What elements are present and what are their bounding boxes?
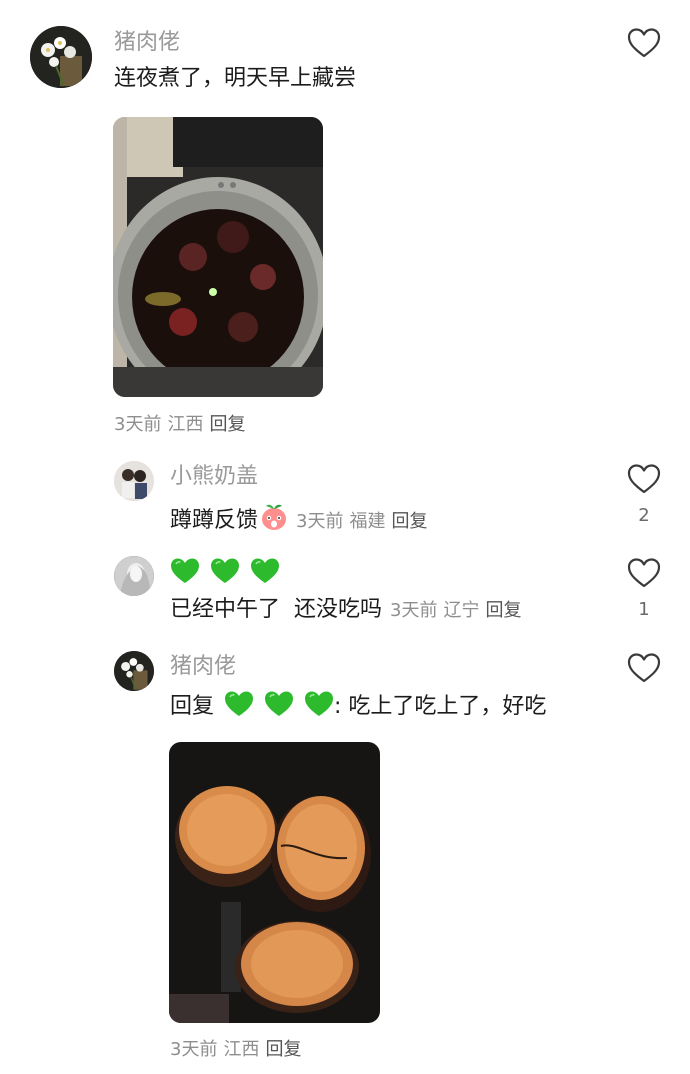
like-count: 2 [638,505,650,526]
green-heart-emoji [170,557,200,585]
like-count: 1 [638,599,650,620]
like-heart-icon[interactable] [627,652,661,684]
comment-time: 3天前 [114,414,162,435]
peach-face-emoji [258,501,290,533]
reply-body: 已经中午了 还没吃吗 3天前 辽宁 回复 [170,595,527,626]
reply-meta: 3天前 辽宁 回复 [390,600,527,621]
like-heart-icon[interactable] [627,463,661,495]
avatar[interactable] [114,461,154,501]
reply-location: 江西 [223,1039,260,1060]
reply-username[interactable]: 小熊奶盖 [170,463,258,491]
reply-time: 3天前 [390,600,438,621]
reply-text: : 吃上了吃上了，好吃 [334,694,547,719]
comment-location: 江西 [167,414,204,435]
reply-button[interactable]: 回复 [209,414,245,435]
like-heart-icon[interactable] [627,557,661,589]
green-heart-emoji [304,690,334,718]
reply-button[interactable]: 回复 [265,1039,301,1060]
green-heart-emoji [264,690,294,718]
reply-button[interactable]: 回复 [485,600,521,621]
avatar[interactable] [114,556,154,596]
reply-username-emojis[interactable] [170,557,290,585]
comment-photo-pot[interactable] [113,117,323,397]
reply-time: 3天前 [296,511,344,532]
reply-time: 3天前 [170,1039,218,1060]
reply-text: 已经中午了 还没吃吗 [170,597,382,622]
reply-body: 回复 : 吃上了吃上了，好吃 [170,690,546,722]
comment-meta: 3天前 江西 回复 [114,410,251,436]
reply-username[interactable]: 猪肉佬 [170,653,236,681]
reply-location: 福建 [349,511,386,532]
avatar[interactable] [30,26,92,88]
reply-meta: 3天前 福建 回复 [296,511,433,532]
comment-username[interactable]: 猪肉佬 [114,29,180,57]
avatar[interactable] [114,651,154,691]
comment-text: 连夜煮了，明天早上藏尝 [114,66,357,91]
green-heart-emoji [224,690,254,718]
reply-meta: 3天前 江西 回复 [170,1035,307,1061]
green-heart-emoji [210,557,240,585]
reply-location: 辽宁 [443,600,480,621]
reply-button[interactable]: 回复 [391,511,427,532]
reply-text: 蹲蹲反馈 [170,508,259,533]
green-heart-emoji [250,557,280,585]
reply-body: 蹲蹲反馈 3天前 福建 回复 [170,501,433,537]
reply-photo-eggs[interactable] [169,742,380,1023]
like-heart-icon[interactable] [627,27,661,59]
reply-prefix: 回复 [170,694,215,719]
